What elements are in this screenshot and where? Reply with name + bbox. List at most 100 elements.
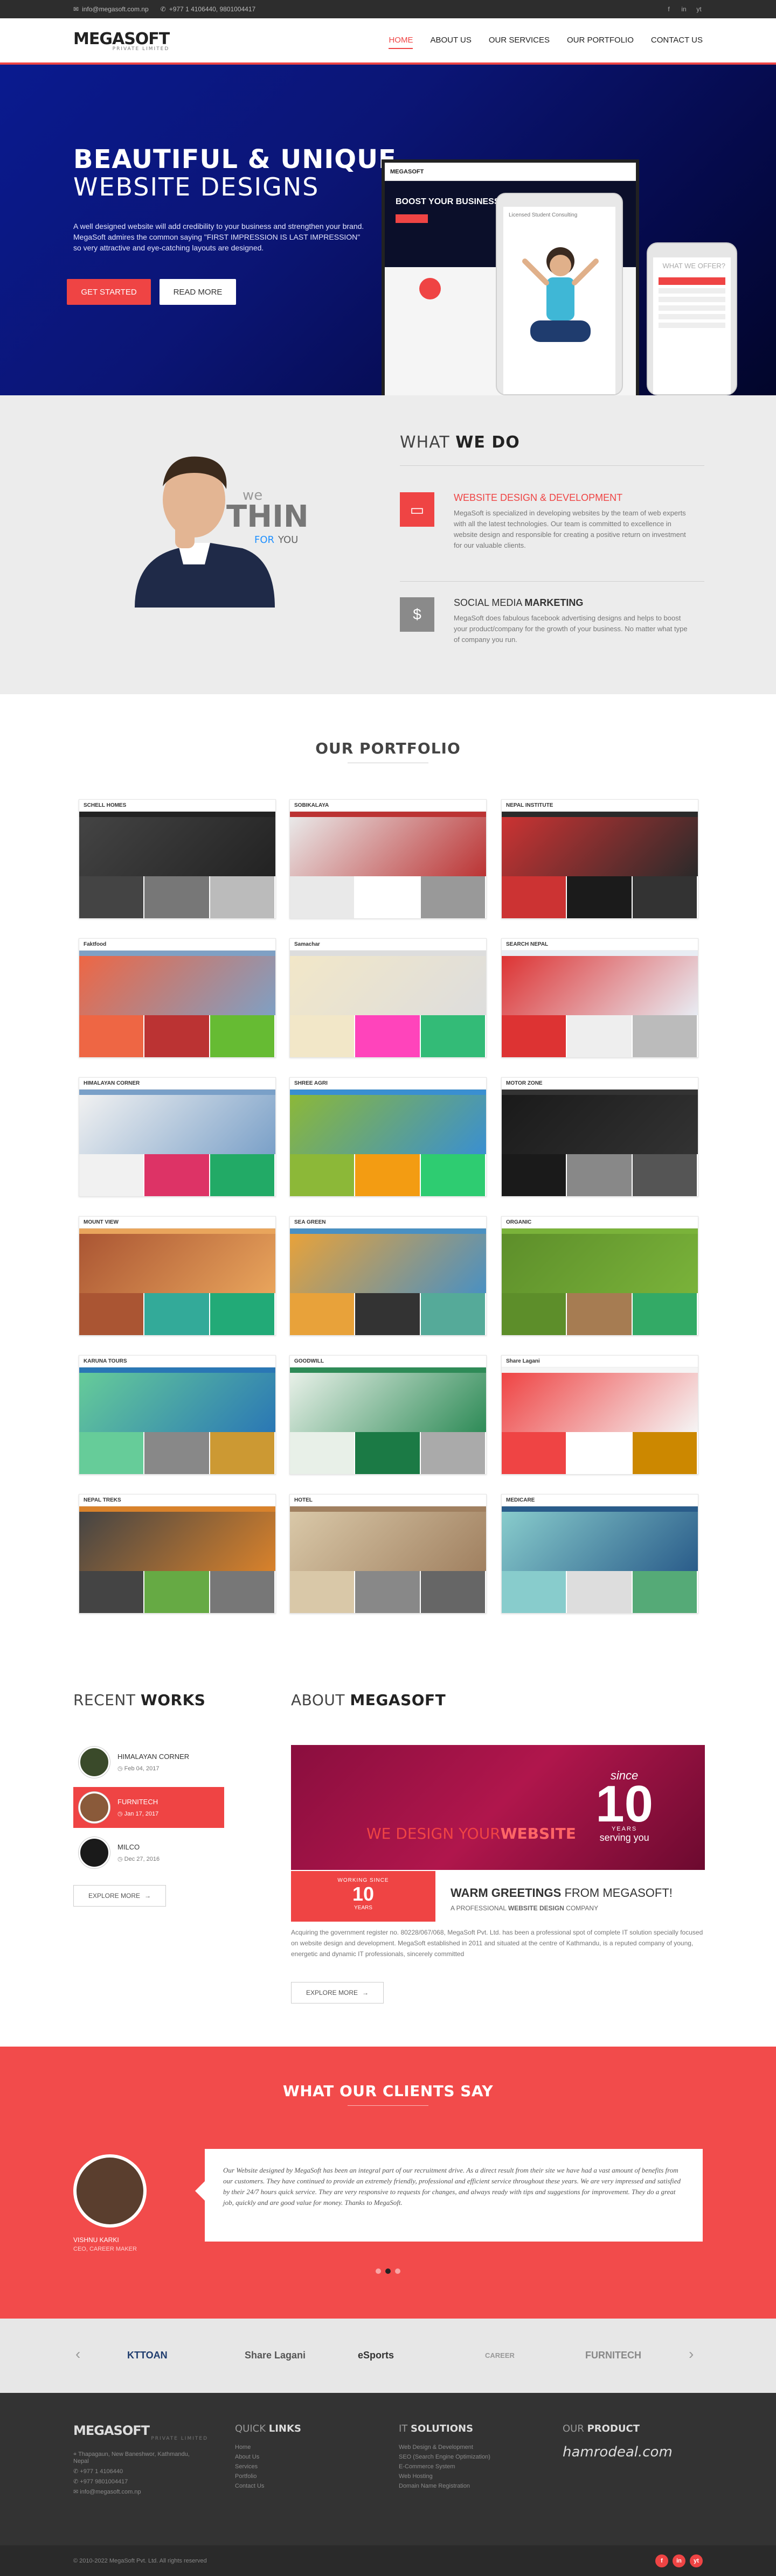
footer-link[interactable]: About Us bbox=[235, 2454, 301, 2460]
portfolio-item[interactable]: Samachar bbox=[289, 938, 487, 1058]
portfolio-item-nav bbox=[502, 951, 698, 956]
portfolio-item-tiles bbox=[290, 1154, 486, 1196]
tablet-mockup: Licensed Student Consulting bbox=[496, 193, 623, 395]
service-social-media: SOCIAL MEDIA MARKETING MegaSoft does fab… bbox=[454, 597, 691, 645]
portfolio-item[interactable]: KARUNA TOURS bbox=[79, 1355, 276, 1475]
portfolio-item-tiles bbox=[502, 1154, 698, 1196]
portfolio-item-nav bbox=[79, 1090, 275, 1095]
footer-link[interactable]: SEO (Search Engine Optimization) bbox=[399, 2454, 490, 2460]
portfolio-item-label: SHREE AGRI bbox=[290, 1078, 486, 1090]
email-text: info@megasoft.com.np bbox=[80, 2489, 141, 2495]
thinking-man-image: we THINK FOR YOU bbox=[135, 456, 307, 608]
portfolio-item[interactable]: Share Lagani bbox=[501, 1355, 698, 1475]
portfolio-item-tiles bbox=[79, 1154, 275, 1196]
address-line: Nepal bbox=[73, 2458, 89, 2465]
menu-services[interactable]: OUR SERVICES bbox=[489, 32, 550, 49]
youtube-icon[interactable]: yt bbox=[690, 2554, 703, 2567]
portfolio-item[interactable]: SEARCH NEPAL bbox=[501, 938, 698, 1058]
footer-link[interactable]: Services bbox=[235, 2463, 301, 2470]
portfolio-item-banner bbox=[290, 1373, 486, 1432]
youtube-icon[interactable]: yt bbox=[695, 5, 703, 13]
recent-work-item[interactable]: FURNITECH ◷ Jan 17, 2017 bbox=[73, 1787, 224, 1828]
clients-title: WHAT OUR CLIENTS SAY bbox=[0, 2082, 776, 2106]
portfolio-item[interactable]: ORGANIC bbox=[501, 1216, 698, 1336]
footer-link[interactable]: Domain Name Registration bbox=[399, 2483, 490, 2489]
portfolio-item[interactable]: HIMALAYAN CORNER bbox=[79, 1077, 276, 1197]
top-phone-text: +977 1 4106440, 9801004417 bbox=[169, 5, 256, 13]
heading-light: OUR bbox=[563, 2423, 584, 2434]
menu-about[interactable]: ABOUT US bbox=[430, 32, 471, 49]
chevron-left-icon[interactable]: ‹ bbox=[75, 2345, 80, 2363]
portfolio-item[interactable]: MEDICARE bbox=[501, 1494, 698, 1614]
portfolio-item-tile bbox=[144, 1432, 210, 1474]
linkedin-icon[interactable]: in bbox=[680, 5, 688, 13]
menu-contact[interactable]: CONTACT US bbox=[651, 32, 703, 49]
recent-explore-button[interactable]: EXPLORE MORE → bbox=[73, 1885, 166, 1907]
portfolio-item[interactable]: NEPAL TREKS bbox=[79, 1494, 276, 1614]
portfolio-item[interactable]: SEA GREEN bbox=[289, 1216, 487, 1336]
footer-logo[interactable]: MEGASOFT PRIVATE LIMITED bbox=[73, 2423, 208, 2441]
product-logo[interactable]: hamrodeal.com bbox=[563, 2444, 673, 2460]
footer-contact: MEGASOFT PRIVATE LIMITED ⌖ Thapagaun, Ne… bbox=[73, 2423, 208, 2498]
facebook-icon[interactable]: f bbox=[655, 2554, 668, 2567]
phone-icon: ✆ bbox=[160, 5, 166, 13]
recent-work-item[interactable]: MILCO ◷ Dec 27, 2016 bbox=[73, 1832, 224, 1873]
partner-logo[interactable]: Share Lagani bbox=[245, 2344, 306, 2366]
footer-link[interactable]: Web Design & Development bbox=[399, 2444, 490, 2451]
portfolio-item-nav bbox=[502, 1506, 698, 1512]
carousel-dot[interactable] bbox=[385, 2268, 391, 2274]
portfolio-item[interactable]: NEPAL INSTITUTE bbox=[501, 799, 698, 919]
chevron-right-icon[interactable]: › bbox=[689, 2345, 694, 2363]
footer-link[interactable]: Web Hosting bbox=[399, 2473, 490, 2480]
portfolio-item-tile bbox=[79, 1432, 145, 1474]
think-for-text: FOR bbox=[254, 534, 274, 546]
title-bold: MEGASOFT bbox=[350, 1691, 446, 1709]
portfolio-item-tile bbox=[502, 876, 567, 918]
about-explore-button[interactable]: EXPLORE MORE → bbox=[291, 1982, 384, 2003]
portfolio-item[interactable]: SCHELL HOMES bbox=[79, 799, 276, 919]
facebook-icon[interactable]: f bbox=[665, 5, 673, 13]
portfolio-item[interactable]: SHREE AGRI bbox=[289, 1077, 487, 1197]
footer-email[interactable]: ✉ info@megasoft.com.np bbox=[73, 2488, 208, 2495]
portfolio-item[interactable]: MOUNT VIEW bbox=[79, 1216, 276, 1336]
partner-logo[interactable]: FURNITECH bbox=[585, 2344, 641, 2366]
portfolio-item[interactable]: MOTOR ZONE bbox=[501, 1077, 698, 1197]
partner-logo[interactable]: KTTOAN bbox=[127, 2344, 168, 2366]
portfolio-item[interactable]: SOBIKALAYA bbox=[289, 799, 487, 919]
footer-link[interactable]: E-Commerce System bbox=[399, 2463, 490, 2470]
copyright-text: © 2010-2022 MegaSoft Pvt. Ltd. All right… bbox=[73, 2557, 207, 2564]
top-email[interactable]: ✉ info@megasoft.com.np bbox=[73, 5, 149, 13]
get-started-button[interactable]: GET STARTED bbox=[67, 279, 151, 305]
linkedin-icon[interactable]: in bbox=[673, 2554, 685, 2567]
tagline-pre: A PROFESSIONAL bbox=[451, 1904, 507, 1912]
recent-work-name: HIMALAYAN CORNER bbox=[117, 1753, 190, 1761]
carousel-dot[interactable] bbox=[395, 2268, 400, 2274]
partner-logo[interactable]: CAREER bbox=[485, 2344, 515, 2366]
working-years: 10 bbox=[352, 1883, 375, 1905]
footer-link[interactable]: Portfolio bbox=[235, 2473, 301, 2480]
portfolio-item-tile bbox=[290, 1154, 356, 1196]
think-you-text: YOU bbox=[278, 534, 298, 546]
portfolio-item[interactable]: Faktfood bbox=[79, 938, 276, 1058]
site-logo[interactable]: MEGASOFT PRIVATE LIMITED bbox=[73, 30, 170, 52]
portfolio-item-label: Share Lagani bbox=[502, 1356, 698, 1367]
portfolio-item-label: KARUNA TOURS bbox=[79, 1356, 275, 1367]
portfolio-item-banner bbox=[290, 1512, 486, 1571]
recent-work-item[interactable]: HIMALAYAN CORNER ◷ Feb 04, 2017 bbox=[73, 1742, 224, 1783]
address-line: Thapagaun, New Baneshwor, Kathmandu, bbox=[78, 2451, 190, 2458]
footer-phone2: ✆ +977 9801004417 bbox=[73, 2479, 128, 2485]
menu-portfolio[interactable]: OUR PORTFOLIO bbox=[567, 32, 634, 49]
portfolio-item-banner bbox=[79, 1234, 275, 1293]
phone-mockup: WHAT WE OFFER? bbox=[647, 242, 737, 395]
carousel-dot[interactable] bbox=[376, 2268, 381, 2274]
partner-logo[interactable]: eSports bbox=[358, 2344, 394, 2366]
footer-link[interactable]: Contact Us bbox=[235, 2483, 301, 2489]
recent-work-date-text: Jan 17, 2017 bbox=[124, 1811, 159, 1817]
recent-work-thumb bbox=[79, 1747, 110, 1778]
portfolio-item[interactable]: HOTEL bbox=[289, 1494, 487, 1614]
portfolio-item[interactable]: GOODWILL bbox=[289, 1355, 487, 1475]
read-more-button[interactable]: READ MORE bbox=[160, 279, 236, 305]
portfolio-item-label: HOTEL bbox=[290, 1495, 486, 1506]
menu-home[interactable]: HOME bbox=[389, 32, 413, 49]
footer-link[interactable]: Home bbox=[235, 2444, 301, 2451]
